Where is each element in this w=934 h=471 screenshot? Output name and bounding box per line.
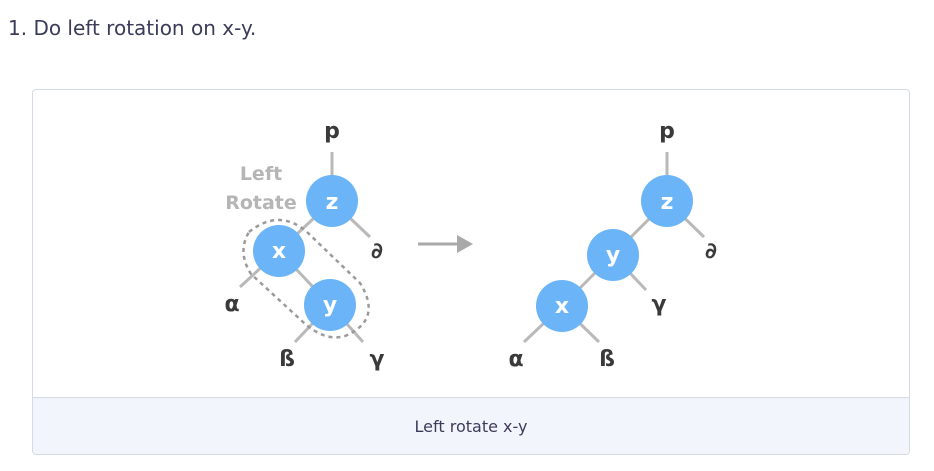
rotation-diagram: z x y p ∂ α ß γ Left Rotate z y x p ∂ γ … <box>224 119 717 372</box>
parent-label: p <box>324 119 340 144</box>
rotate-label-line2: Rotate <box>225 192 297 214</box>
node-x-after-label: x <box>555 294 569 319</box>
leaf-alpha: α <box>224 292 239 317</box>
before-tree: z x y p ∂ α ß γ Left Rotate <box>224 119 384 372</box>
parent-label-after: p <box>659 119 675 144</box>
arrow-right-icon <box>418 235 473 253</box>
leaf-beta: ß <box>279 347 295 372</box>
figure-caption: Left rotate x-y <box>33 397 909 454</box>
node-y-label: y <box>323 293 337 318</box>
rotate-label-line1: Left <box>240 163 282 185</box>
figure-caption-text: Left rotate x-y <box>414 416 528 436</box>
node-z-after-label: z <box>661 190 674 215</box>
leaf-delta-after: ∂ <box>705 239 717 264</box>
rotation-figure: z x y p ∂ α ß γ Left Rotate z y x p ∂ γ … <box>32 89 910 455</box>
step-instruction: 1. Do left rotation on x-y. <box>8 16 257 40</box>
leaf-gamma: γ <box>370 347 385 372</box>
node-x-label: x <box>272 239 286 264</box>
leaf-gamma-after: γ <box>652 292 667 317</box>
leaf-delta: ∂ <box>371 239 383 264</box>
node-y-after-label: y <box>606 243 620 268</box>
after-tree: z y x p ∂ γ α ß <box>508 119 717 372</box>
leaf-beta-after: ß <box>599 347 615 372</box>
leaf-alpha-after: α <box>508 347 523 372</box>
node-z-label: z <box>326 190 339 215</box>
